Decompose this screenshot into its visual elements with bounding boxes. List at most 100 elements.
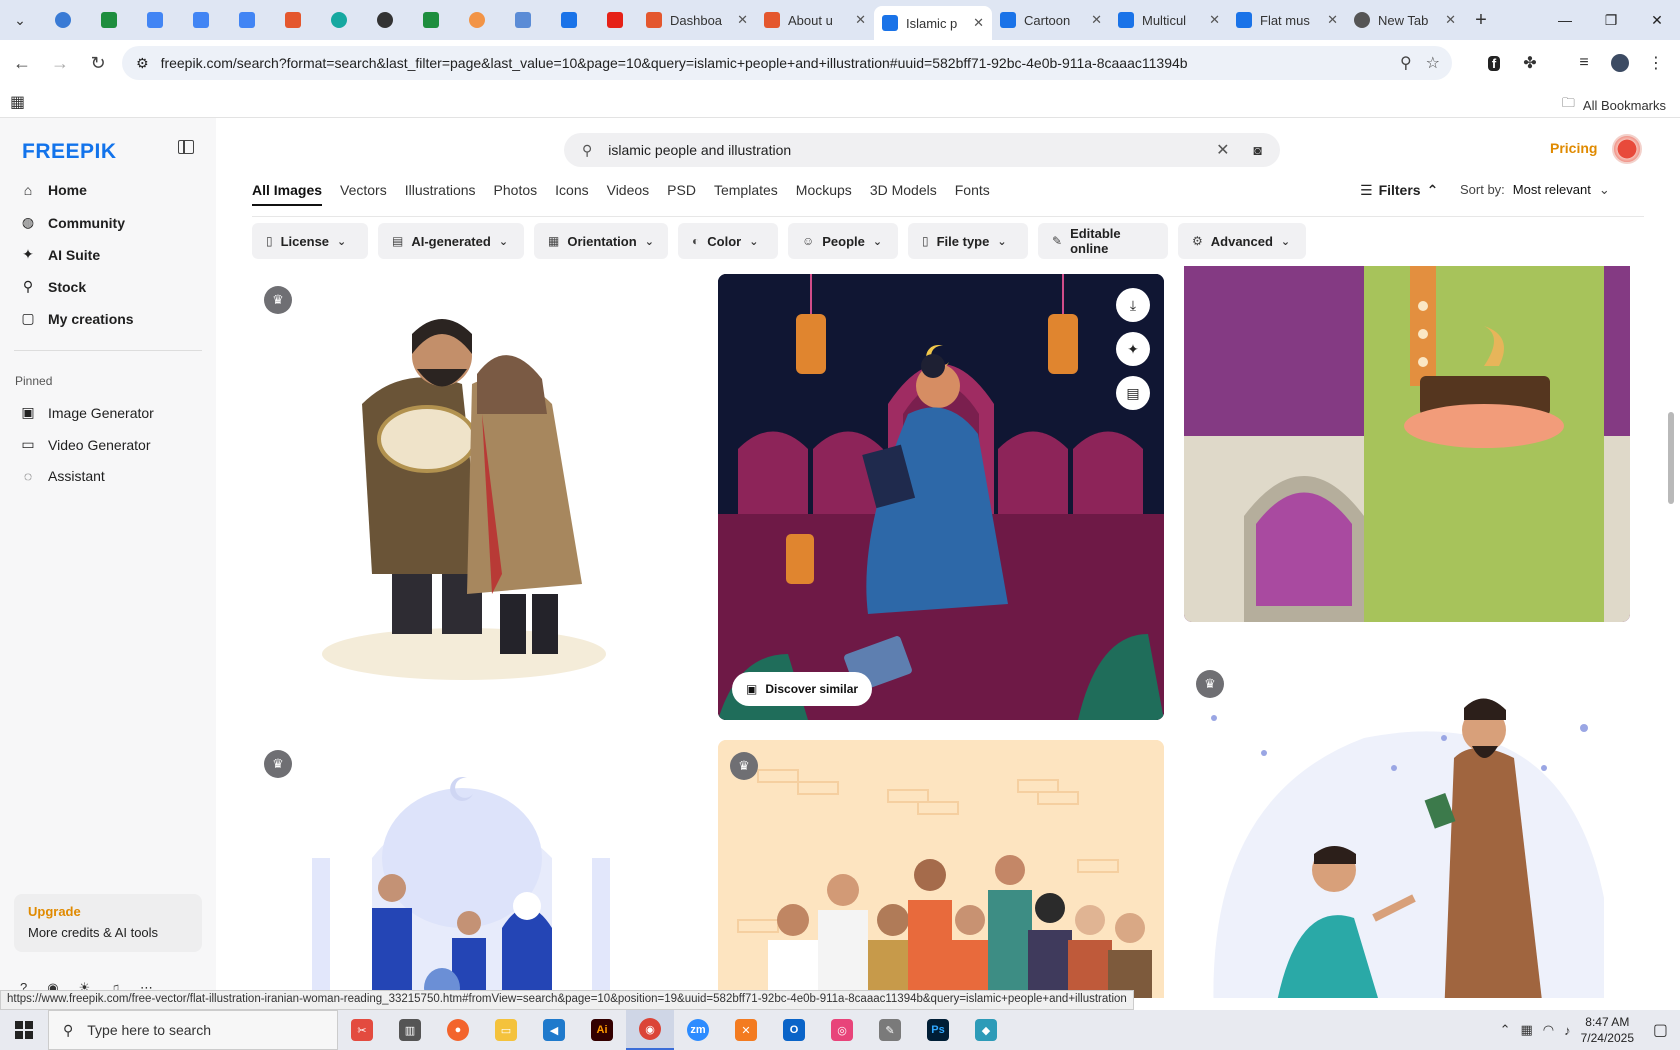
filter-orientation[interactable]: ▦ Orientation ⌄ xyxy=(534,223,668,259)
tab-about[interactable]: About u ✕ xyxy=(756,4,874,36)
volume-icon[interactable]: ♪ xyxy=(1564,1023,1571,1038)
pinned-tab[interactable] xyxy=(408,4,454,36)
result-card-mosque-charity[interactable]: ♛ xyxy=(252,738,666,998)
restore-icon[interactable]: ❐ xyxy=(1588,0,1634,40)
tab-3d-models[interactable]: 3D Models xyxy=(870,182,937,206)
taskbar-app-media[interactable]: ✂ xyxy=(338,1010,386,1050)
tab-psd[interactable]: PSD xyxy=(667,182,696,206)
search-query[interactable]: islamic people and illustration xyxy=(608,142,1216,158)
pinned-tab[interactable] xyxy=(362,4,408,36)
tab-fonts[interactable]: Fonts xyxy=(955,182,990,206)
close-icon[interactable]: ✕ xyxy=(973,15,984,31)
forward-arrow-icon[interactable]: → xyxy=(44,47,76,79)
minimize-icon[interactable]: — xyxy=(1542,0,1588,40)
taskbar-search-input[interactable]: ⚲ Type here to search xyxy=(48,1010,338,1050)
close-icon[interactable]: ✕ xyxy=(855,12,866,28)
close-icon[interactable]: ✕ xyxy=(1209,12,1220,28)
search-input[interactable]: ⚲ islamic people and illustration ✕ ◙ xyxy=(564,133,1280,167)
taskbar-pen-tool[interactable]: ✎ xyxy=(866,1010,914,1050)
pricing-link[interactable]: Pricing xyxy=(1550,140,1597,156)
pinned-tab[interactable] xyxy=(224,4,270,36)
pinned-tab[interactable] xyxy=(546,4,592,36)
tab-flat[interactable]: Flat mus ✕ xyxy=(1228,4,1346,36)
taskbar-task-view[interactable]: ▥ xyxy=(386,1010,434,1050)
tab-dashboard[interactable]: Dashboa ✕ xyxy=(638,4,756,36)
sidebar-item-ai-suite[interactable]: ✦ AI Suite xyxy=(20,246,100,263)
clear-search-icon[interactable]: ✕ xyxy=(1216,140,1229,160)
sort-dropdown[interactable]: Sort by: Most relevant ⌄ xyxy=(1460,182,1610,198)
filter-color[interactable]: ◐ Color ⌄ xyxy=(678,223,778,259)
new-tab-plus-icon[interactable]: + xyxy=(1464,9,1498,32)
extension-f-icon[interactable]: f xyxy=(1478,47,1510,79)
filter-editable-online[interactable]: ✎ Editable online xyxy=(1038,223,1168,259)
filters-toggle-button[interactable]: ☰ Filters ⌃ xyxy=(1360,182,1438,199)
tab-videos[interactable]: Videos xyxy=(607,182,650,206)
pinned-tab[interactable] xyxy=(178,4,224,36)
profile-avatar-icon[interactable] xyxy=(1604,47,1636,79)
pinned-tab[interactable] xyxy=(86,4,132,36)
taskbar-creative-cloud[interactable]: ◎ xyxy=(818,1010,866,1050)
close-icon[interactable]: ✕ xyxy=(1445,12,1456,28)
taskbar-photoshop[interactable]: Ps xyxy=(914,1010,962,1050)
wifi-icon[interactable]: ◠ xyxy=(1543,1022,1554,1038)
tab-illustrations[interactable]: Illustrations xyxy=(405,182,476,206)
reload-icon[interactable]: ↻ xyxy=(82,47,114,79)
result-card-man-bowl[interactable] xyxy=(1184,266,1630,622)
tab-multicultural[interactable]: Multicul ✕ xyxy=(1110,4,1228,36)
result-card-group-people[interactable]: ♛ xyxy=(718,740,1164,998)
filter-file-type[interactable]: ▯ File type ⌄ xyxy=(908,223,1028,259)
tab-photos[interactable]: Photos xyxy=(494,182,538,206)
all-bookmarks-button[interactable]: 🗀 All Bookmarks xyxy=(1562,94,1666,116)
avatar[interactable] xyxy=(1612,134,1642,164)
filter-people[interactable]: ☺ People ⌄ xyxy=(788,223,898,259)
camera-search-icon[interactable]: ◙ xyxy=(1254,142,1262,158)
discover-similar-button[interactable]: ▣ Discover similar xyxy=(732,672,873,706)
tab-all-images[interactable]: All Images xyxy=(252,182,323,206)
result-card-couple[interactable]: ♛ xyxy=(252,274,666,688)
close-window-icon[interactable]: ✕ xyxy=(1634,0,1680,40)
tab-vectors[interactable]: Vectors xyxy=(340,182,387,206)
zoom-icon[interactable]: ⚲ xyxy=(1400,53,1412,73)
filter-ai-generated[interactable]: ▤ AI-generated ⌄ xyxy=(378,223,524,259)
network-icon[interactable]: ▦ xyxy=(1520,1022,1532,1038)
back-arrow-icon[interactable]: ← xyxy=(6,47,38,79)
sidebar-item-my-creations[interactable]: ▢ My creations xyxy=(20,310,133,327)
notification-center-icon[interactable]: ▢ xyxy=(1653,1020,1668,1040)
result-card-woman-reading[interactable]: ⤓ ✦ ▤ ▣ Discover similar xyxy=(718,274,1164,720)
pinned-tab[interactable] xyxy=(500,4,546,36)
pinned-tab[interactable] xyxy=(592,4,638,36)
sidebar-item-home[interactable]: ⌂ Home xyxy=(20,182,87,198)
sidebar-item-image-generator[interactable]: ▣ Image Generator xyxy=(20,404,153,421)
tab-templates[interactable]: Templates xyxy=(714,182,778,206)
taskbar-clock[interactable]: 8:47 AM 7/24/2025 xyxy=(1581,1014,1634,1046)
extensions-puzzle-icon[interactable]: ✤ xyxy=(1514,47,1546,79)
pinned-tab[interactable] xyxy=(454,4,500,36)
sidebar-item-video-generator[interactable]: ▭ Video Generator xyxy=(20,436,150,453)
taskbar-app-gem[interactable]: ◆ xyxy=(962,1010,1010,1050)
tab-islamic-active[interactable]: Islamic p ✕ xyxy=(874,6,992,40)
sidebar-collapse-icon[interactable] xyxy=(178,140,194,154)
taskbar-illustrator[interactable]: Ai xyxy=(578,1010,626,1050)
filter-advanced[interactable]: ⚙ Advanced ⌄ xyxy=(1178,223,1306,259)
sidebar-item-community[interactable]: ◍ Community xyxy=(20,214,125,231)
bookmark-star-icon[interactable]: ☆ xyxy=(1426,53,1440,73)
filter-license[interactable]: ▯ License ⌄ xyxy=(252,223,368,259)
taskbar-zoom[interactable]: zm xyxy=(674,1010,722,1050)
download-icon[interactable]: ⤓ xyxy=(1116,288,1150,322)
tab-mockups[interactable]: Mockups xyxy=(796,182,852,206)
tray-chevron-up-icon[interactable]: ⌃ xyxy=(1500,1022,1511,1038)
omnibox[interactable]: ⚙ freepik.com/search?format=search&last_… xyxy=(122,46,1452,80)
pinned-tab[interactable] xyxy=(132,4,178,36)
browser-menu-icon[interactable]: ⋮ xyxy=(1640,47,1672,79)
taskbar-chrome[interactable]: ◉ xyxy=(626,1010,674,1050)
sidebar-item-stock[interactable]: ⚲ Stock xyxy=(20,278,86,295)
sidebar-item-assistant[interactable]: ◌ Assistant xyxy=(20,468,105,484)
taskbar-vscode[interactable]: ◀ xyxy=(530,1010,578,1050)
page-scrollbar[interactable] xyxy=(1668,412,1674,504)
taskbar-firefox[interactable]: ● xyxy=(434,1010,482,1050)
tab-cartoon[interactable]: Cartoon ✕ xyxy=(992,4,1110,36)
add-to-collection-icon[interactable]: ▤ xyxy=(1116,376,1150,410)
pinned-tab[interactable] xyxy=(270,4,316,36)
freepik-logo[interactable]: FREEPIK xyxy=(22,140,117,164)
windows-start-icon[interactable] xyxy=(0,1010,48,1050)
